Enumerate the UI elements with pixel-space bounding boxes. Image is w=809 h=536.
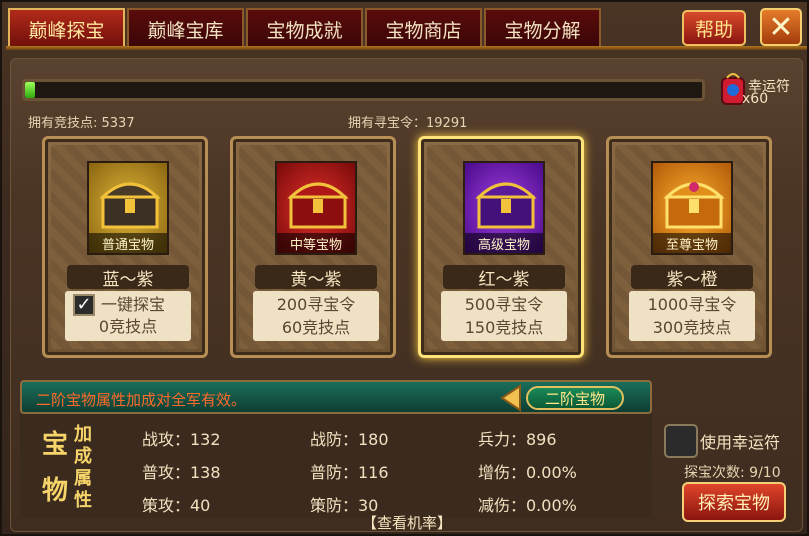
tab-treasure-shop[interactable]: 宝物商店 bbox=[365, 8, 482, 48]
chest-frame: 至尊宝物 bbox=[651, 161, 733, 255]
help-button[interactable]: 帮助 bbox=[682, 10, 746, 46]
grade-range: 蓝～紫 bbox=[67, 265, 189, 290]
explore-button[interactable]: 探索宝物 bbox=[682, 482, 786, 522]
use-luck-checkbox[interactable] bbox=[664, 424, 698, 458]
treasure-bonus-title: 宝 物 加 成 属 性 bbox=[42, 424, 92, 511]
game-window: 巅峰探宝 巅峰宝库 宝物成就 宝物商店 宝物分解 帮助 ✕ 幸运符 x60 拥有… bbox=[0, 0, 809, 536]
grade-range: 黄～紫 bbox=[255, 265, 377, 290]
chest-name: 高级宝物 bbox=[465, 233, 543, 253]
one-key-checkbox[interactable]: ✓ bbox=[73, 294, 95, 316]
advanced-chest-icon bbox=[475, 182, 537, 229]
tab-treasure-achievement[interactable]: 宝物成就 bbox=[246, 8, 363, 48]
supreme-chest-icon bbox=[663, 182, 725, 229]
treasure-level-badge[interactable]: 二阶宝物 bbox=[526, 386, 624, 410]
tab-treasure-decompose[interactable]: 宝物分解 bbox=[484, 8, 601, 48]
cost-tokens: 200寻宝令 bbox=[276, 295, 356, 314]
chest-frame: 高级宝物 bbox=[463, 161, 545, 255]
cost-panel: 1000寻宝令 300竞技点 bbox=[629, 291, 755, 341]
cost-tokens: 1000寻宝令 bbox=[647, 295, 737, 314]
progress-bar bbox=[22, 79, 705, 101]
attr-troops: 兵力：896 bbox=[478, 430, 557, 449]
chest-card-medium[interactable]: 中等宝物 黄～紫 200寻宝令 60竞技点 bbox=[230, 136, 396, 358]
close-button[interactable]: ✕ bbox=[760, 8, 802, 46]
chest-card-common[interactable]: 普通宝物 蓝～紫 ✓ 一键探宝 0竞技点 bbox=[42, 136, 208, 358]
chest-name: 中等宝物 bbox=[277, 233, 355, 253]
tab-peak-explore[interactable]: 巅峰探宝 bbox=[8, 8, 125, 48]
tab-divider bbox=[6, 46, 807, 50]
attr-normal-defense: 普防：116 bbox=[310, 463, 389, 482]
chest-card-supreme[interactable]: 至尊宝物 紫～橙 1000寻宝令 300竞技点 bbox=[606, 136, 772, 358]
cost-panel: 200寻宝令 60竞技点 bbox=[253, 291, 379, 341]
attr-damage-reduction: 减伤：0.00% bbox=[478, 496, 577, 515]
progress-fill bbox=[25, 82, 36, 98]
grade-range: 红～紫 bbox=[443, 265, 565, 290]
lucky-charm-count: x60 bbox=[742, 91, 769, 107]
cost-points: 300竞技点 bbox=[652, 318, 732, 337]
attr-normal-attack: 普攻：138 bbox=[142, 463, 221, 482]
use-luck-label: 使用幸运符 bbox=[700, 433, 781, 452]
chest-frame: 中等宝物 bbox=[275, 161, 357, 255]
one-key-label: 一键探宝 bbox=[101, 295, 166, 314]
arrow-left-icon[interactable] bbox=[498, 384, 522, 412]
cost-points: 0竞技点 bbox=[98, 317, 158, 336]
tab-peak-vault[interactable]: 巅峰宝库 bbox=[127, 8, 244, 48]
close-icon: ✕ bbox=[768, 9, 794, 45]
cost-panel: 500寻宝令 150竞技点 bbox=[441, 291, 567, 341]
chest-card-advanced[interactable]: 高级宝物 红～紫 500寻宝令 150竞技点 bbox=[418, 136, 584, 358]
attribute-notice: 二阶宝物属性加成对全军有效。 bbox=[36, 391, 247, 409]
search-count: 探宝次数: 9/10 bbox=[684, 465, 781, 481]
medium-chest-icon bbox=[287, 182, 349, 229]
cost-points: 150竞技点 bbox=[464, 318, 544, 337]
attr-damage-boost: 增伤：0.00% bbox=[478, 463, 577, 482]
cost-points: 60竞技点 bbox=[281, 318, 351, 337]
cost-tokens: 500寻宝令 bbox=[464, 295, 544, 314]
cost-panel: ✓ 一键探宝 0竞技点 bbox=[65, 291, 191, 341]
attr-strategy-attack: 策攻：40 bbox=[142, 496, 211, 515]
view-probability-link[interactable]: 【查看机率】 bbox=[362, 512, 452, 533]
grade-range: 紫～橙 bbox=[631, 265, 753, 290]
competitive-points: 拥有竞技点: 5337 bbox=[28, 116, 135, 131]
attribute-panel: 宝 物 加 成 属 性 战攻：132 战防：180 兵力：896 普攻：138 … bbox=[20, 414, 652, 518]
attr-war-attack: 战攻：132 bbox=[142, 430, 221, 449]
attr-war-defense: 战防：180 bbox=[310, 430, 389, 449]
treasure-tokens: 拥有寻宝令：19291 bbox=[348, 116, 468, 131]
chest-frame: 普通宝物 bbox=[87, 161, 169, 255]
chest-name: 普通宝物 bbox=[89, 233, 167, 253]
tab-bar: 巅峰探宝 巅峰宝库 宝物成就 宝物商店 宝物分解 bbox=[8, 8, 603, 48]
attribute-header: 二阶宝物属性加成对全军有效。 二阶宝物 bbox=[20, 380, 652, 414]
common-chest-icon bbox=[99, 182, 161, 229]
chest-name: 至尊宝物 bbox=[653, 233, 731, 253]
